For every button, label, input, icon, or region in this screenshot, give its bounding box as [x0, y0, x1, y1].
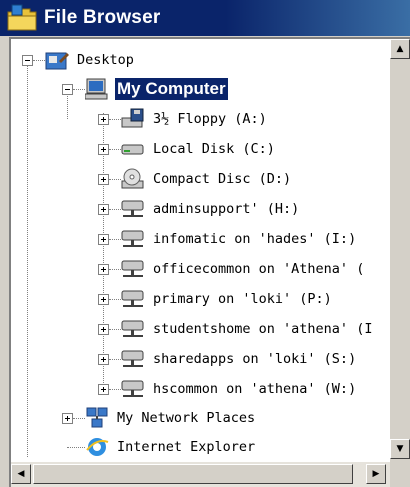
drive-item[interactable]: 3½ Floppy (A:)	[11, 106, 269, 132]
drive-item[interactable]: infomatic on 'hades' (I:)	[11, 226, 358, 252]
drive-item[interactable]: sharedapps on 'loki' (S:)	[11, 346, 358, 372]
drive-item[interactable]: hscommon on 'athena' (W:)	[11, 376, 358, 402]
folder-tree[interactable]: Desktop My Computer 3½ Floppy (A:) Local…	[9, 37, 410, 487]
scroll-left-button[interactable]: ◀	[11, 464, 31, 484]
tree-label-network-places: My Network Places	[117, 410, 256, 426]
expand-toggle[interactable]	[98, 234, 109, 245]
network-drive-icon	[121, 318, 145, 340]
tree-label-internet-explorer: Internet Explorer	[117, 439, 256, 455]
tree-item-network-places[interactable]: My Network Places	[11, 405, 257, 431]
network-drive-icon	[121, 288, 145, 310]
hard-disk-icon	[121, 138, 145, 160]
scrollbar-corner	[390, 459, 410, 487]
expand-toggle[interactable]	[98, 354, 109, 365]
drive-label: primary on 'loki' (P:)	[153, 291, 332, 307]
expand-toggle[interactable]	[62, 413, 73, 424]
network-drive-icon	[121, 228, 145, 250]
collapse-toggle[interactable]	[22, 55, 33, 66]
expand-toggle[interactable]	[98, 294, 109, 305]
expand-toggle[interactable]	[98, 144, 109, 155]
expand-toggle[interactable]	[98, 174, 109, 185]
tree-item-desktop[interactable]: Desktop	[11, 47, 136, 73]
tree-label-desktop: Desktop	[77, 52, 134, 68]
drive-item[interactable]: studentshome on 'athena' (I	[11, 316, 374, 342]
network-drive-icon	[121, 258, 145, 280]
drive-label: officecommon on 'Athena' (	[153, 261, 365, 277]
network-places-icon	[85, 407, 109, 429]
scroll-right-button[interactable]: ▶	[366, 464, 386, 484]
expand-toggle[interactable]	[98, 204, 109, 215]
drive-item[interactable]: Local Disk (C:)	[11, 136, 277, 162]
drive-label: 3½ Floppy (A:)	[153, 111, 267, 127]
expand-toggle[interactable]	[98, 264, 109, 275]
drive-label: studentshome on 'athena' (I	[153, 321, 373, 337]
expand-toggle[interactable]	[98, 384, 109, 395]
tree-item-my-computer[interactable]: My Computer	[11, 76, 228, 102]
scroll-up-button[interactable]: ▲	[390, 39, 410, 59]
scroll-down-button[interactable]: ▼	[390, 439, 410, 459]
network-drive-icon	[121, 378, 145, 400]
expand-toggle[interactable]	[98, 114, 109, 125]
horizontal-scrollbar[interactable]: ◀ ▶	[11, 462, 390, 487]
tree-label-my-computer: My Computer	[115, 78, 228, 100]
drive-label: Compact Disc (D:)	[153, 171, 292, 187]
drive-label: sharedapps on 'loki' (S:)	[153, 351, 357, 367]
folder-icon	[6, 3, 40, 33]
drive-label: infomatic on 'hades' (I:)	[153, 231, 357, 247]
drive-item[interactable]: adminsupport' (H:)	[11, 196, 301, 222]
drive-item[interactable]: Compact Disc (D:)	[11, 166, 293, 192]
window-title: File Browser	[44, 7, 161, 28]
collapse-toggle[interactable]	[62, 84, 73, 95]
drive-item[interactable]: officecommon on 'Athena' (	[11, 256, 366, 282]
horizontal-scroll-thumb[interactable]	[33, 464, 353, 484]
network-drive-icon	[121, 198, 145, 220]
tree-item-internet-explorer[interactable]: Internet Explorer	[11, 434, 257, 460]
drive-label: hscommon on 'athena' (W:)	[153, 381, 357, 397]
desktop-icon	[45, 49, 69, 71]
computer-icon	[84, 78, 109, 100]
network-drive-icon	[121, 348, 145, 370]
drive-label: adminsupport' (H:)	[153, 201, 300, 217]
vertical-scrollbar[interactable]: ▲ ▼	[390, 39, 410, 459]
drive-item[interactable]: primary on 'loki' (P:)	[11, 286, 334, 312]
expand-toggle[interactable]	[98, 324, 109, 335]
title-bar[interactable]: File Browser	[0, 0, 410, 36]
internet-explorer-icon	[85, 436, 109, 458]
cd-drive-icon	[121, 168, 145, 190]
floppy-drive-icon	[121, 108, 145, 130]
drive-label: Local Disk (C:)	[153, 141, 275, 157]
